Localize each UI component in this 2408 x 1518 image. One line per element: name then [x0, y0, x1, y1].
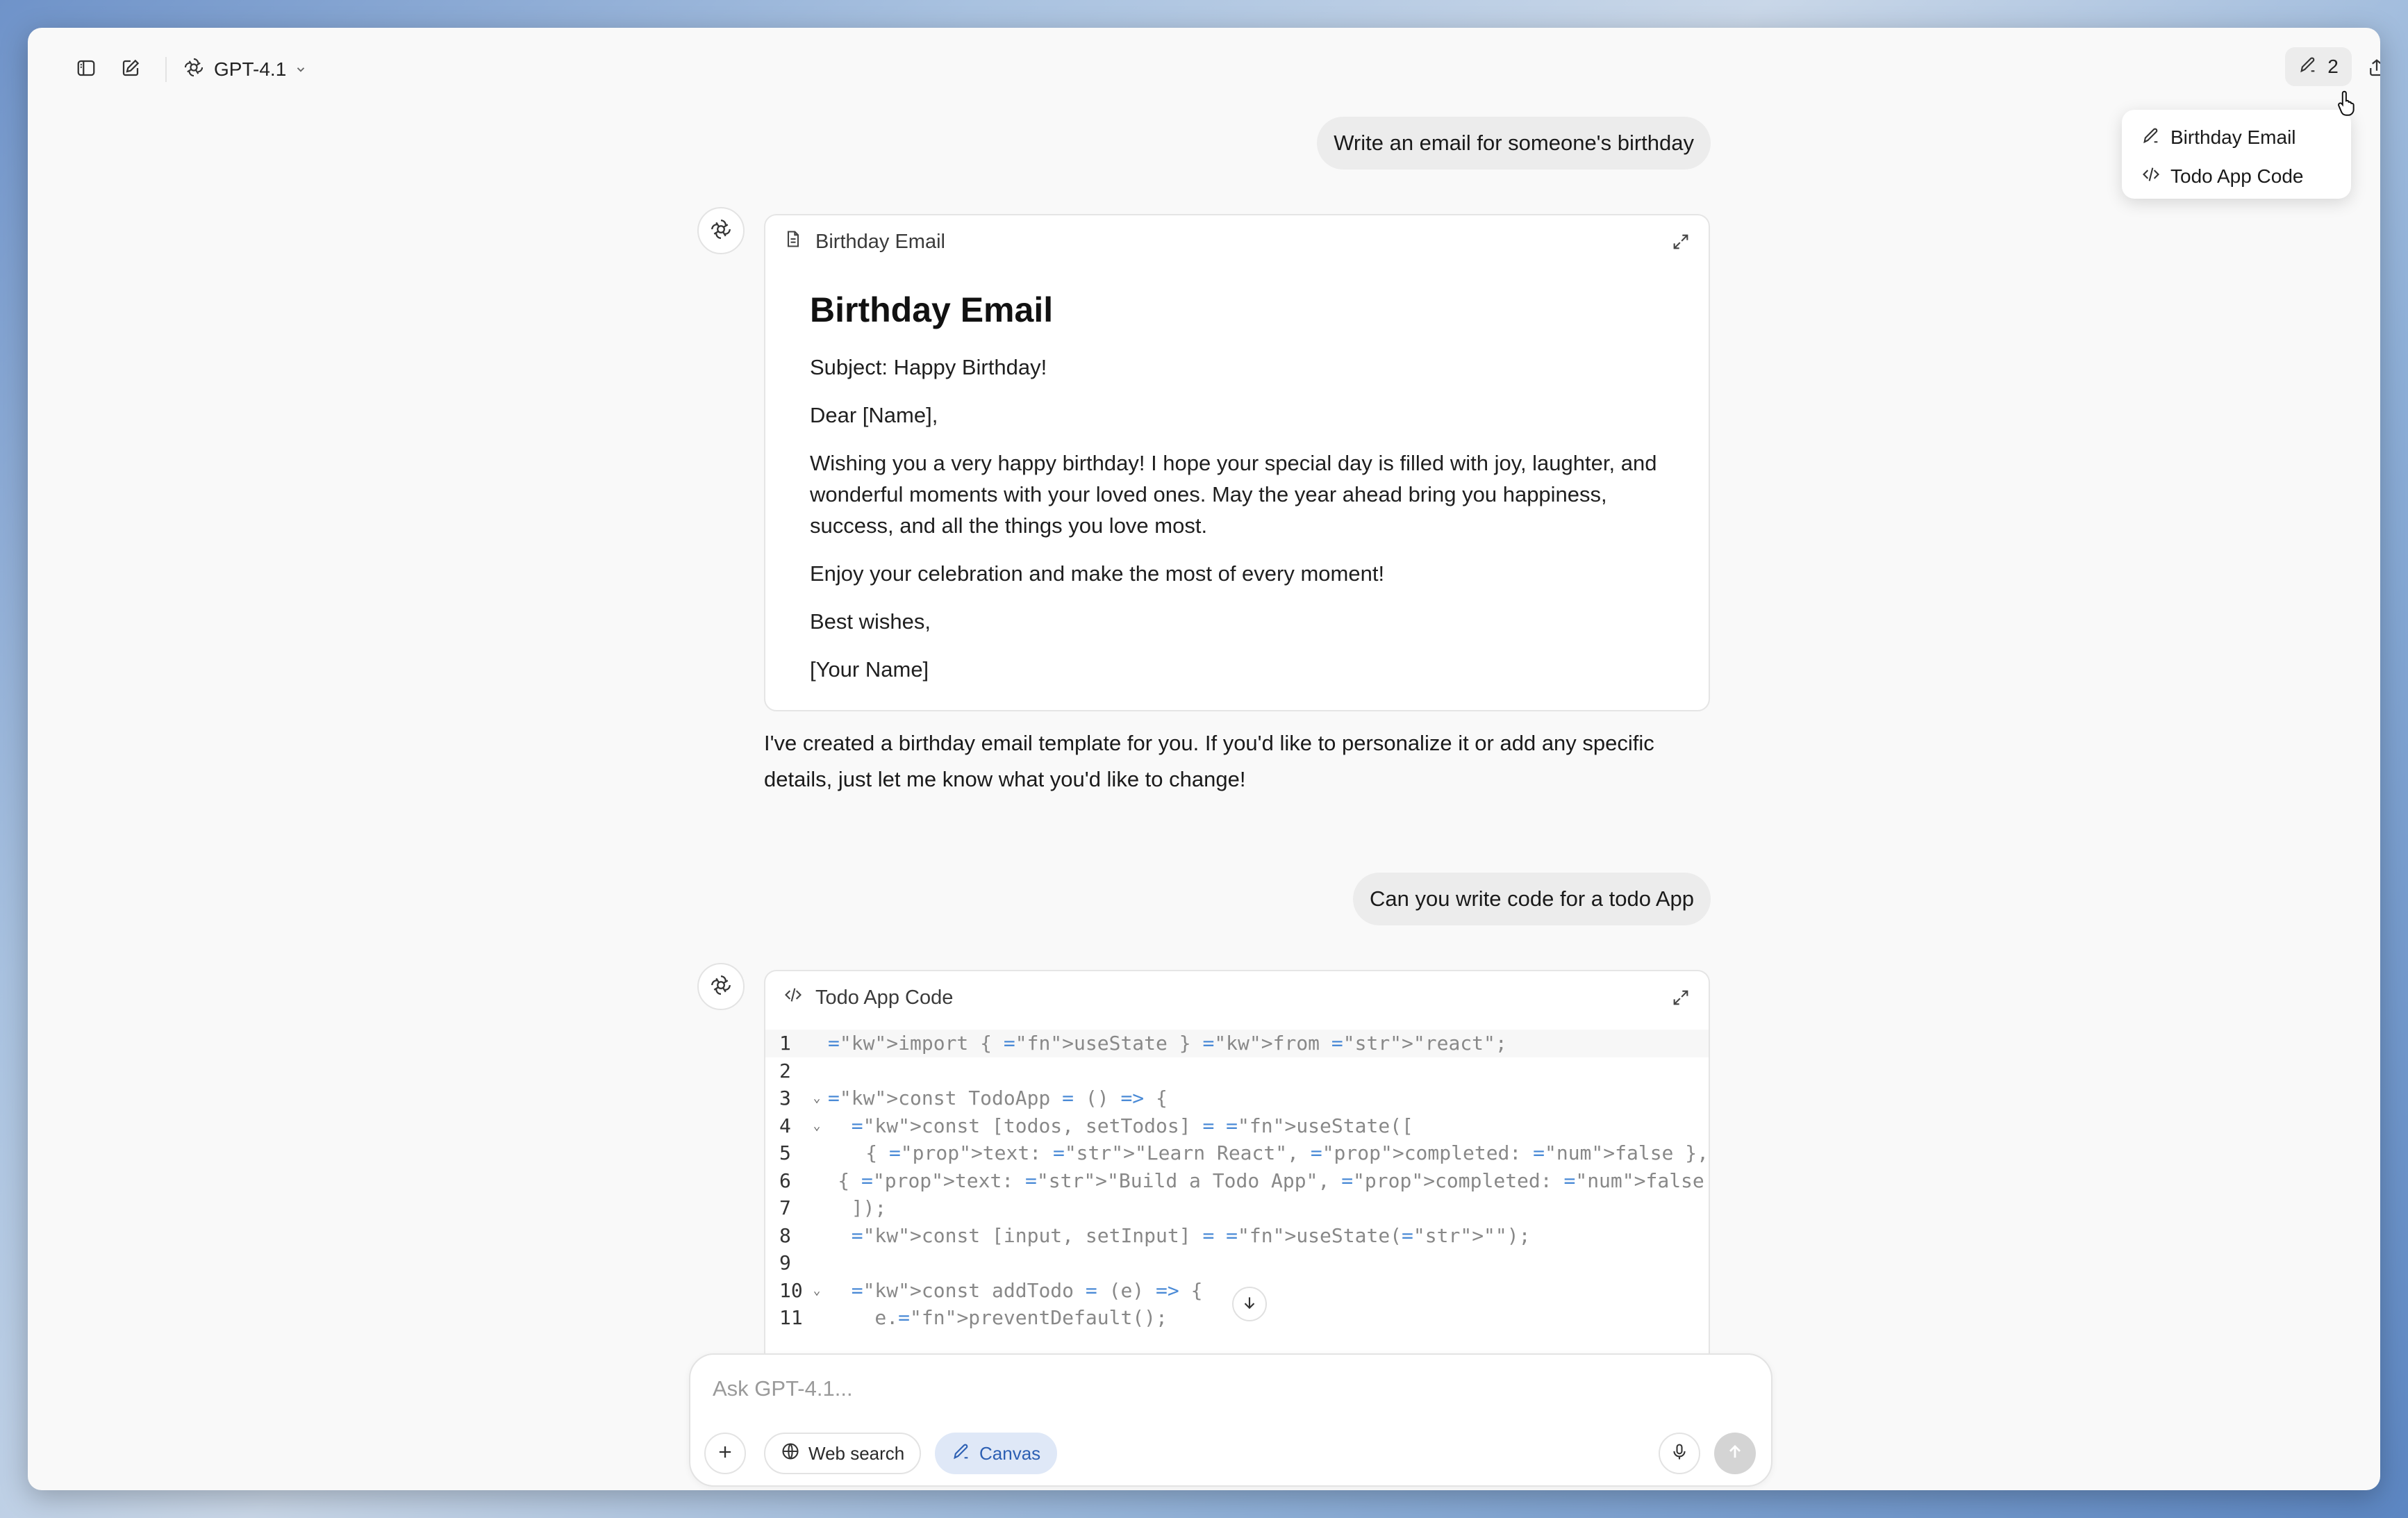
- email-canvas-card[interactable]: Birthday Email Birthday Email Subject: H…: [764, 214, 1710, 711]
- canvas-menu-item-todo-app-code[interactable]: Todo App Code: [2122, 157, 2351, 196]
- email-signature: [Your Name]: [810, 657, 929, 682]
- mouse-pointer-icon: [2336, 89, 2360, 120]
- code-line: 2: [779, 1059, 791, 1082]
- code-text: { ="prop">text: ="str">"Build a Todo App…: [790, 1169, 1704, 1192]
- user-message: Can you write code for a todo App: [1352, 873, 1711, 925]
- email-paragraph: Wishing you a very happy birthday! I hop…: [810, 451, 1657, 538]
- canvas-count: 2: [2327, 56, 2339, 77]
- app-window: GPT-4.1 2 Birthday Email Todo App Code W…: [28, 28, 2380, 1490]
- add-attachment-button[interactable]: [704, 1433, 746, 1474]
- email-heading: Birthday Email: [810, 290, 1054, 329]
- fold-chevron-icon[interactable]: ⌄: [806, 1091, 828, 1105]
- openai-logo-icon: [708, 217, 733, 245]
- fold-chevron-icon[interactable]: ⌄: [806, 1119, 828, 1133]
- send-button[interactable]: [1714, 1433, 1756, 1474]
- canvas-menu-item-birthday-email[interactable]: Birthday Email: [2122, 118, 2351, 157]
- voice-input-button[interactable]: [1659, 1433, 1700, 1474]
- document-icon: [783, 229, 803, 254]
- assistant-avatar: [697, 963, 745, 1010]
- card-header: Birthday Email: [765, 215, 1709, 268]
- code-line: 6 { ="prop">text: ="str">"Build a Todo A…: [765, 1167, 1709, 1195]
- divider: [165, 57, 167, 82]
- code-line: 1 ="kw">import { ="fn">useState } ="kw">f…: [765, 1030, 1709, 1057]
- code-line: 3 ⌄ ="kw">const TodoApp = () => {: [779, 1087, 1168, 1110]
- assistant-message: I've created a birthday email template f…: [764, 731, 1654, 791]
- web-search-label: Web search: [808, 1442, 905, 1464]
- code-icon: [783, 985, 803, 1010]
- expand-icon[interactable]: [1671, 988, 1691, 1013]
- openai-logo-icon: [708, 973, 733, 1001]
- pencil-icon: [2141, 126, 2161, 150]
- code-line: 9: [779, 1251, 791, 1275]
- card-title: Birthday Email: [815, 230, 945, 253]
- composer: Web search Canvas: [689, 1353, 1772, 1487]
- sidebar-icon: [76, 58, 97, 82]
- canvas-label: Canvas: [979, 1442, 1041, 1464]
- pencil-icon: [952, 1442, 971, 1466]
- code-editor[interactable]: 1 ="kw">import { ="fn">useState } ="kw">f…: [765, 1024, 1709, 1332]
- plus-icon: [715, 1442, 735, 1465]
- globe-icon: [781, 1442, 800, 1466]
- code-text: e.="fn">preventDefault();: [828, 1306, 1168, 1330]
- code-line: 5 { ="prop">text: ="str">"Learn React", …: [779, 1141, 1709, 1165]
- pencil-icon: [2298, 55, 2318, 79]
- card-header: Todo App Code: [765, 971, 1709, 1024]
- expand-icon[interactable]: [1671, 232, 1691, 257]
- canvas-toggle-button[interactable]: Canvas: [935, 1433, 1058, 1474]
- card-title: Todo App Code: [815, 986, 954, 1009]
- canvas-dropdown-menu: Birthday Email Todo App Code: [2122, 110, 2351, 199]
- share-button[interactable]: [2361, 54, 2380, 85]
- prompt-input[interactable]: [713, 1371, 1685, 1406]
- email-subject: Subject: Happy Birthday!: [810, 355, 1047, 379]
- code-text: ="kw">import { ="fn">useState } ="kw">fr…: [828, 1032, 1507, 1055]
- code-line: 7 ]);: [779, 1196, 887, 1220]
- sidebar-toggle-button[interactable]: [71, 54, 101, 85]
- user-message: Write an email for someone's birthday: [1317, 117, 1711, 170]
- code-icon: [2141, 165, 2161, 189]
- menu-item-label: Birthday Email: [2170, 126, 2296, 148]
- arrow-up-icon: [1725, 1442, 1745, 1465]
- fold-chevron-icon[interactable]: ⌄: [806, 1283, 828, 1298]
- code-line: 4 ⌄ ="kw">const [todos, setTodos] = ="fn"…: [779, 1114, 1413, 1137]
- code-text: ]);: [828, 1196, 887, 1220]
- model-name: GPT-4.1: [214, 58, 287, 80]
- email-paragraph: Enjoy your celebration and make the most…: [810, 561, 1385, 586]
- model-selector[interactable]: GPT-4.1: [182, 53, 307, 86]
- arrow-down-icon: [1240, 1294, 1259, 1315]
- chevron-down-icon: [294, 58, 307, 81]
- email-greeting: Dear [Name],: [810, 403, 938, 427]
- menu-item-label: Todo App Code: [2170, 165, 2304, 187]
- email-signoff: Best wishes,: [810, 609, 931, 634]
- code-text: ="kw">const TodoApp = () => {: [828, 1087, 1168, 1110]
- compose-icon: [120, 58, 141, 82]
- code-text: ="kw">const [todos, setTodos] = ="fn">us…: [851, 1114, 1413, 1137]
- code-text: ="kw">const addTodo = (e) => {: [851, 1278, 1203, 1302]
- code-line: 8 ="kw">const [input, setInput] = ="fn">…: [779, 1223, 1531, 1247]
- assistant-avatar: [697, 207, 745, 254]
- scroll-to-bottom-button[interactable]: [1232, 1287, 1267, 1321]
- microphone-icon: [1670, 1442, 1689, 1465]
- canvas-list-button[interactable]: 2: [2285, 47, 2352, 86]
- code-text: { ="prop">text: ="str">"Learn React", ="…: [818, 1141, 1709, 1165]
- email-content: Birthday Email Subject: Happy Birthday! …: [765, 268, 1709, 685]
- share-icon: [2366, 58, 2380, 82]
- web-search-button[interactable]: Web search: [764, 1433, 922, 1474]
- openai-logo-icon: [182, 56, 206, 84]
- code-text: ="kw">const [input, setInput] = ="fn">us…: [851, 1223, 1531, 1247]
- new-chat-button[interactable]: [115, 54, 146, 85]
- top-bar: GPT-4.1 2: [28, 28, 2380, 111]
